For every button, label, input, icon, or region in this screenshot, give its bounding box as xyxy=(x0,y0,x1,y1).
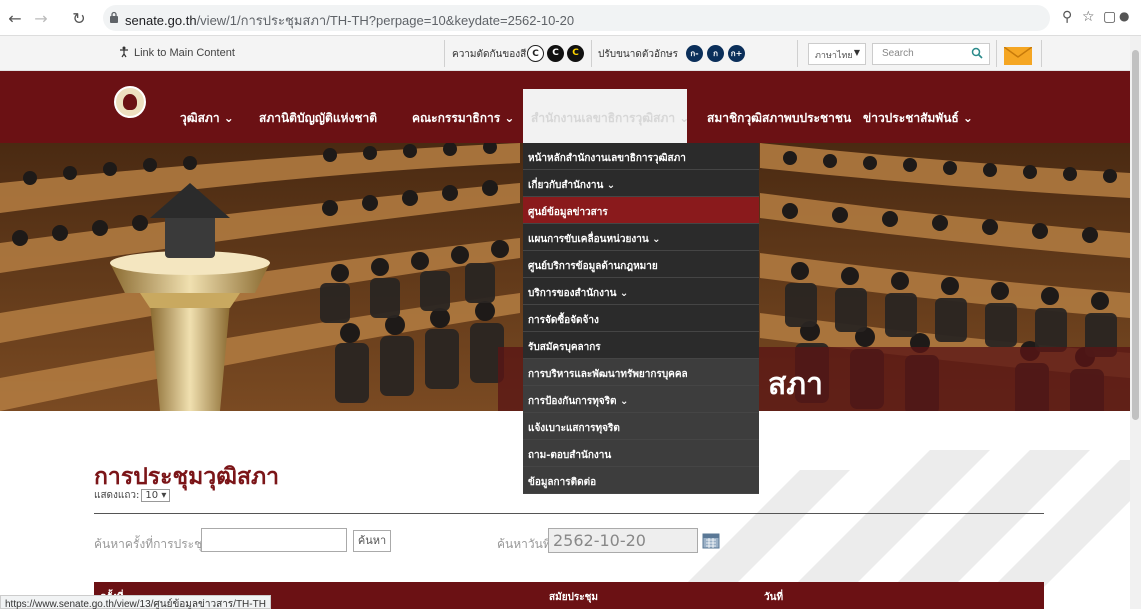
accessibility-icon xyxy=(120,46,128,58)
search-icon[interactable] xyxy=(971,47,983,59)
dropdown-item-secretariat-home[interactable]: หน้าหลักสำนักงานเลขาธิการวุฒิสภา xyxy=(523,143,759,170)
dropdown-item-office-qa[interactable]: ถาม-ตอบสำนักงาน xyxy=(523,440,759,467)
meeting-search-label: ค้นหาครั้งที่การประชุม: xyxy=(94,537,215,551)
date-search-label: ค้นหาวันที่: xyxy=(497,537,555,551)
url-text: senate.go.th/view/1/การประชุมสภา/TH-TH?p… xyxy=(125,13,575,28)
dropdown-item-action-plan[interactable]: แผนการขับเคลื่อนหน่วยงาน ⌄ xyxy=(523,224,759,251)
fontsize-label: ปรับขนาดตัวอักษร xyxy=(598,49,678,60)
contrast-label: ความตัดกันของสี xyxy=(452,49,527,60)
reload-icon[interactable]: ↻ xyxy=(70,9,88,28)
profile-icon[interactable]: ● xyxy=(1119,9,1129,23)
dropdown-item-hr-development[interactable]: การบริหารและพัฒนาทรัพยากรบุคคล xyxy=(523,359,759,386)
extension-icon[interactable]: ▢ xyxy=(1103,9,1116,25)
font-increase-button[interactable]: ก+ xyxy=(728,45,745,62)
dropdown-arrow-icon: ▼ xyxy=(853,48,860,57)
th-session-period: สมัยประชุม xyxy=(549,592,599,603)
font-normal-button[interactable]: ก xyxy=(707,45,724,62)
th-date: วันที่ xyxy=(764,592,784,603)
language-select[interactable]: ภาษาไทย ▼ xyxy=(808,43,866,65)
divider xyxy=(591,40,592,67)
dropdown-item-information-center[interactable]: ศูนย์ข้อมูลข่าวสาร xyxy=(523,197,759,224)
zoom-icon[interactable]: ⚲ xyxy=(1062,9,1072,25)
divider xyxy=(996,40,997,67)
main-navigation: วุฒิสภา ⌄ สภานิติบัญญัติแห่งชาติ คณะกรรม… xyxy=(0,71,1130,143)
contrast-yellow-button[interactable]: C xyxy=(567,45,584,62)
scrollbar-thumb[interactable] xyxy=(1132,50,1139,420)
dropdown-item-recruitment[interactable]: รับสมัครบุคลากร xyxy=(523,332,759,359)
forward-icon[interactable]: → xyxy=(32,9,50,28)
back-icon[interactable]: ← xyxy=(6,9,24,28)
nav-senators-meet-public[interactable]: สมาชิกวุฒิสภาพบประชาชน xyxy=(707,109,851,128)
browser-toolbar: ← → ↻ senate.go.th/view/1/การประชุมสภา/T… xyxy=(0,0,1141,36)
lock-icon xyxy=(110,11,118,23)
dropdown-item-anti-corruption[interactable]: การป้องกันการทุจริต ⌄ xyxy=(523,386,759,413)
banner-title: สภา xyxy=(768,367,823,402)
skip-to-content-link[interactable]: Link to Main Content xyxy=(118,46,235,59)
mail-icon[interactable] xyxy=(1004,47,1032,65)
dropdown-item-report-corruption[interactable]: แจ้งเบาะแสการทุจริต xyxy=(523,413,759,440)
search-button[interactable]: ค้นหา xyxy=(353,530,391,552)
status-bar-link: https://www.senate.go.th/view/13/ศูนย์ข้… xyxy=(0,595,271,609)
secretariat-dropdown-menu: หน้าหลักสำนักงานเลขาธิการวุฒิสภา เกี่ยวก… xyxy=(523,143,759,494)
font-decrease-button[interactable]: ก- xyxy=(686,45,703,62)
dropdown-item-contact-info[interactable]: ข้อมูลการติดต่อ xyxy=(523,467,759,494)
divider xyxy=(444,40,445,67)
contrast-normal-button[interactable]: C xyxy=(527,45,544,62)
nav-secretariat[interactable]: สำนักงานเลขาธิการวุฒิสภา ⌄ xyxy=(523,89,689,143)
site-search-input[interactable]: Search xyxy=(872,43,990,65)
nav-national-legislative-assembly[interactable]: สภานิติบัญญัติแห่งชาติ xyxy=(259,109,377,128)
nav-committees[interactable]: คณะกรรมาธิการ ⌄ xyxy=(412,109,514,128)
divider-line xyxy=(94,513,1044,514)
nav-senate[interactable]: วุฒิสภา ⌄ xyxy=(180,109,234,128)
address-bar[interactable]: senate.go.th/view/1/การประชุมสภา/TH-TH?p… xyxy=(103,5,1050,31)
senate-logo[interactable] xyxy=(114,86,146,118)
divider xyxy=(797,40,798,67)
date-search-input[interactable]: 2562-10-20 xyxy=(548,528,698,553)
dropdown-item-about-office[interactable]: เกี่ยวกับสำนักงาน ⌄ xyxy=(523,170,759,197)
page-scrollbar[interactable] xyxy=(1130,36,1141,609)
meeting-search-input[interactable] xyxy=(201,528,347,552)
rows-per-page-select[interactable]: 10 ▾ xyxy=(141,489,171,502)
rows-per-page: แสดงแถว: 10 ▾ xyxy=(94,488,171,503)
dropdown-item-procurement[interactable]: การจัดซื้อจัดจ้าง xyxy=(523,305,759,332)
dropdown-item-office-services[interactable]: บริการของสำนักงาน ⌄ xyxy=(523,278,759,305)
nav-news[interactable]: ข่าวประชาสัมพันธ์ ⌄ xyxy=(863,109,973,128)
bookmark-star-icon[interactable]: ☆ xyxy=(1082,9,1095,25)
dropdown-item-legal-info-center[interactable]: ศูนย์บริการข้อมูลด้านกฎหมาย xyxy=(523,251,759,278)
divider xyxy=(1041,40,1042,67)
utility-bar: Link to Main Content ความตัดกันของสี C C… xyxy=(0,36,1141,71)
calendar-icon[interactable] xyxy=(702,531,720,549)
contrast-dark-button[interactable]: C xyxy=(547,45,564,62)
